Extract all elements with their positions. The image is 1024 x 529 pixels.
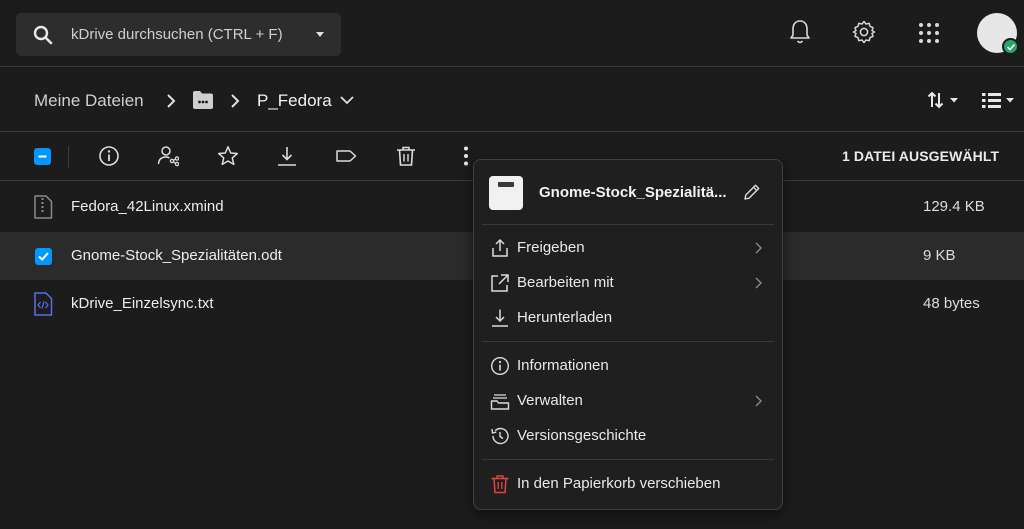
- folder-dots-icon[interactable]: [192, 90, 214, 110]
- search-box[interactable]: kDrive durchsuchen (CTRL + F): [16, 13, 341, 56]
- top-bar: kDrive durchsuchen (CTRL + F): [0, 0, 1024, 67]
- trash-icon[interactable]: [395, 145, 417, 167]
- search-filter-dropdown-icon[interactable]: [313, 27, 327, 41]
- list-view-icon[interactable]: [981, 90, 1017, 110]
- online-status-check-icon: [1002, 38, 1019, 55]
- share-icon: [490, 238, 510, 258]
- download-icon[interactable]: [276, 145, 298, 167]
- history-icon: [490, 426, 510, 446]
- chevron-right-icon: [228, 93, 242, 109]
- apps-grid-icon[interactable]: [918, 22, 940, 44]
- menu-divider: [482, 224, 774, 225]
- manage-folder-icon: [490, 391, 510, 411]
- breadcrumb: Meine Dateien P_Fedora: [0, 68, 1024, 132]
- sort-icon[interactable]: [927, 90, 961, 110]
- file-size: 9 KB: [923, 247, 956, 264]
- info-icon[interactable]: [98, 145, 120, 167]
- file-size: 129.4 KB: [923, 198, 985, 215]
- zip-file-icon: [33, 195, 53, 219]
- menu-item-bearbeiten-mit[interactable]: Bearbeiten mit: [474, 267, 782, 299]
- breadcrumb-current[interactable]: P_Fedora: [257, 91, 332, 111]
- toolbar-divider: [68, 146, 69, 168]
- menu-divider: [482, 341, 774, 342]
- chevron-right-icon: [753, 276, 763, 290]
- chevron-right-icon: [753, 394, 763, 408]
- bell-icon[interactable]: [789, 19, 811, 45]
- menu-divider: [482, 459, 774, 460]
- file-name[interactable]: kDrive_Einzelsync.txt: [71, 295, 214, 312]
- external-link-icon: [490, 273, 510, 293]
- gear-icon[interactable]: [852, 19, 876, 45]
- context-menu: Gnome-Stock_Spezialitä... Freigeben Bear…: [473, 159, 783, 510]
- code-file-icon: [33, 292, 53, 316]
- menu-item-herunterladen[interactable]: Herunterladen: [474, 302, 782, 334]
- share-user-icon[interactable]: [157, 145, 179, 167]
- menu-item-label: Informationen: [517, 357, 609, 374]
- menu-item-verwalten[interactable]: Verwalten: [474, 385, 782, 417]
- menu-item-label: Herunterladen: [517, 309, 613, 326]
- search-input[interactable]: kDrive durchsuchen (CTRL + F): [71, 26, 283, 43]
- file-size: 48 bytes: [923, 295, 980, 312]
- menu-item-informationen[interactable]: Informationen: [474, 350, 782, 382]
- chevron-down-icon[interactable]: [339, 94, 355, 106]
- menu-file-title: Gnome-Stock_Spezialitä...: [539, 184, 727, 201]
- tag-icon[interactable]: [335, 145, 357, 167]
- pencil-icon[interactable]: [743, 183, 761, 201]
- chevron-right-icon: [164, 93, 178, 109]
- file-thumbnail: [489, 176, 523, 210]
- search-icon: [33, 25, 53, 45]
- menu-item-papierkorb[interactable]: In den Papierkorb verschieben: [474, 468, 782, 500]
- file-name[interactable]: Gnome-Stock_Spezialitäten.odt: [71, 247, 282, 264]
- star-icon[interactable]: [217, 145, 239, 167]
- download-icon: [490, 308, 510, 328]
- menu-item-label: Bearbeiten mit: [517, 274, 614, 291]
- menu-item-versionsgeschichte[interactable]: Versionsgeschichte: [474, 420, 782, 452]
- select-all-checkbox[interactable]: [34, 148, 51, 165]
- selection-count: 1 DATEI AUSGEWÄHLT: [842, 148, 1000, 164]
- file-name[interactable]: Fedora_42Linux.xmind: [71, 198, 224, 215]
- breadcrumb-home[interactable]: Meine Dateien: [34, 91, 144, 111]
- file-checkbox[interactable]: [35, 248, 52, 265]
- menu-item-label: In den Papierkorb verschieben: [517, 475, 721, 492]
- menu-item-label: Freigeben: [517, 239, 585, 256]
- menu-item-freigeben[interactable]: Freigeben: [474, 232, 782, 264]
- info-icon: [490, 356, 510, 376]
- menu-item-label: Verwalten: [517, 392, 583, 409]
- menu-item-label: Versionsgeschichte: [517, 427, 647, 444]
- chevron-right-icon: [753, 241, 763, 255]
- trash-icon: [490, 474, 510, 494]
